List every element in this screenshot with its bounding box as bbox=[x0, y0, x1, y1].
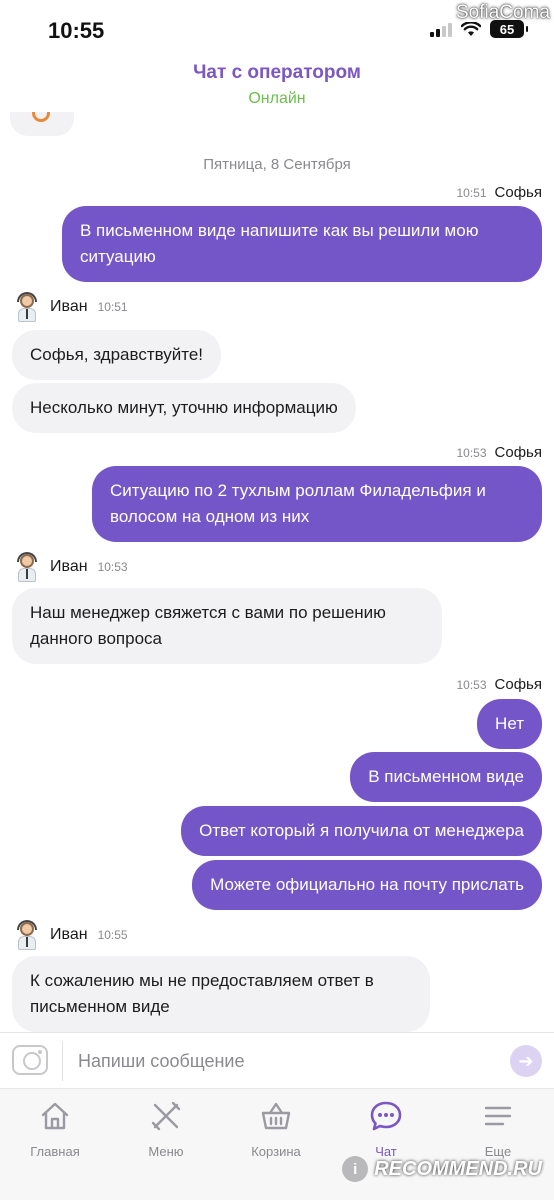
recommend-logo-icon: i bbox=[342, 1156, 369, 1182]
clock: 10:55 bbox=[48, 18, 105, 43]
status-bar: 10:55 65 SofiaComa bbox=[0, 0, 554, 60]
outgoing-message[interactable]: В письменном виде напишите как вы решили… bbox=[62, 206, 542, 282]
message-composer: ➔ bbox=[0, 1032, 554, 1088]
message-input[interactable] bbox=[72, 1043, 492, 1079]
incoming-message[interactable]: Софья, здравствуйте! bbox=[12, 330, 222, 380]
basket-icon bbox=[261, 1102, 291, 1130]
tab-menu[interactable]: Меню bbox=[116, 1099, 216, 1159]
sender-name: Софья bbox=[494, 676, 542, 693]
tab-more[interactable]: Еще bbox=[448, 1099, 548, 1159]
message-meta: 10:53 Софья bbox=[457, 444, 543, 461]
online-status: Онлайн bbox=[248, 90, 306, 107]
incoming-message[interactable]: К сожалению мы не предоставляем ответ в … bbox=[12, 956, 430, 1032]
message-time: 10:51 bbox=[456, 186, 487, 200]
chat-icon bbox=[370, 1101, 402, 1131]
message-time: 10:55 bbox=[97, 928, 128, 942]
message-meta: Иван 10:51 bbox=[12, 292, 128, 322]
send-button[interactable]: ➔ bbox=[510, 1045, 542, 1077]
chat-header: Чат с оператором Онлайн bbox=[0, 62, 554, 108]
watermark-text: RECOMMEND.RU bbox=[374, 1157, 542, 1180]
message-time: 10:53 bbox=[97, 560, 128, 574]
bottom-tab-bar: Главная Меню Корзина Чат Еще bbox=[0, 1088, 554, 1200]
message-meta: Иван 10:53 bbox=[12, 552, 128, 582]
tab-label: Корзина bbox=[251, 1144, 301, 1159]
tab-label: Меню bbox=[148, 1144, 184, 1159]
date-separator: Пятница, 8 Сентября bbox=[203, 156, 351, 173]
page-title: Чат с оператором bbox=[193, 62, 361, 83]
message-meta: 10:51 Софья bbox=[457, 184, 543, 201]
operator-avatar bbox=[12, 552, 42, 582]
message-meta: 10:53 Софья bbox=[457, 676, 543, 693]
message-time: 10:51 bbox=[97, 300, 128, 314]
operator-avatar bbox=[12, 920, 42, 950]
incoming-message[interactable]: Наш менеджер свяжется с вами по решению … bbox=[12, 588, 442, 664]
recommend-watermark: i RECOMMEND.RU bbox=[342, 1156, 542, 1182]
sender-name: Иван bbox=[50, 926, 88, 943]
outgoing-message[interactable]: Нет bbox=[477, 699, 542, 749]
watermark-username: SofiaComa bbox=[456, 2, 550, 23]
camera-icon[interactable] bbox=[12, 1045, 48, 1075]
tab-home[interactable]: Главная bbox=[5, 1099, 105, 1159]
outgoing-message[interactable]: Можете официально на почту прислать bbox=[192, 860, 542, 910]
tab-label: Главная bbox=[30, 1144, 80, 1159]
message-time: 10:53 bbox=[456, 678, 487, 692]
arrow-right-icon: ➔ bbox=[518, 1050, 534, 1071]
outgoing-message[interactable]: В письменном виде bbox=[350, 752, 542, 802]
outgoing-message[interactable]: Ситуацию по 2 тухлым роллам Филадельфия … bbox=[92, 466, 542, 542]
sender-name: Иван bbox=[50, 298, 88, 315]
sender-name: Софья bbox=[494, 184, 542, 201]
operator-avatar bbox=[12, 292, 42, 322]
outgoing-message[interactable]: Ответ который я получила от менеджера bbox=[181, 806, 542, 856]
tab-chat[interactable]: Чат bbox=[336, 1099, 436, 1159]
incoming-message[interactable]: Несколько минут, уточню информацию bbox=[12, 383, 356, 433]
divider bbox=[62, 1041, 63, 1081]
menu-lines-icon bbox=[484, 1106, 512, 1126]
message-meta: Иван 10:55 bbox=[12, 920, 128, 950]
sender-name: Софья bbox=[494, 444, 542, 461]
signal-icon bbox=[430, 21, 452, 37]
fork-knife-icon bbox=[151, 1101, 181, 1131]
tab-cart[interactable]: Корзина bbox=[226, 1099, 326, 1159]
emoji-icon bbox=[32, 112, 50, 122]
message-time: 10:53 bbox=[456, 446, 487, 460]
sender-name: Иван bbox=[50, 558, 88, 575]
home-icon bbox=[41, 1102, 69, 1130]
scrolled-message-edge bbox=[10, 112, 74, 136]
